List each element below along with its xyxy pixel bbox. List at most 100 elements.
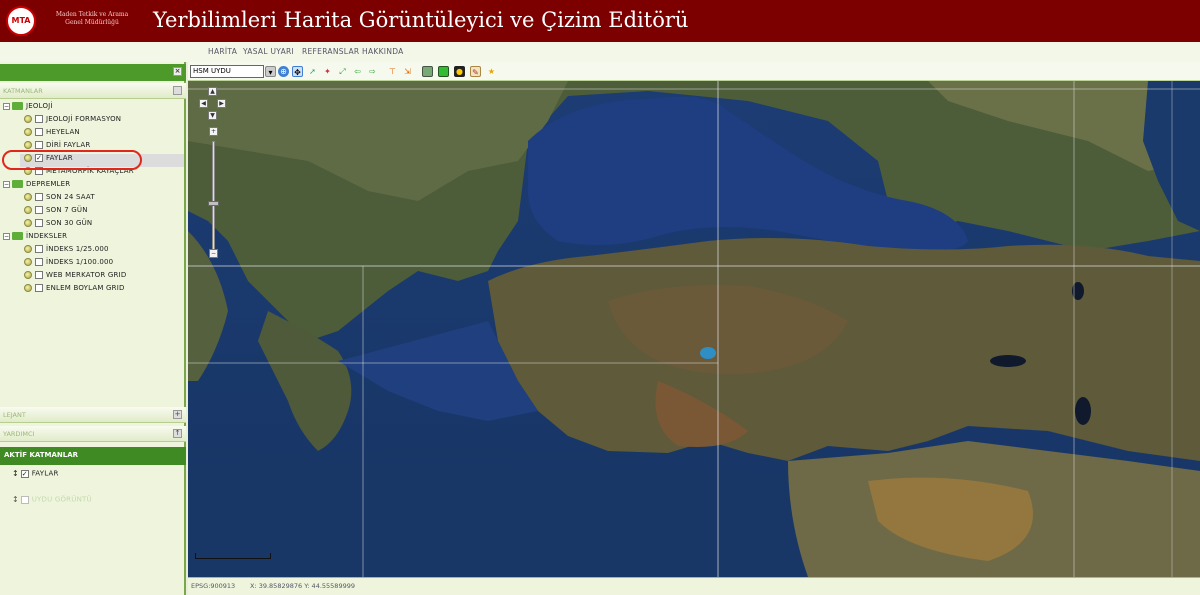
layer-checkbox[interactable]	[35, 284, 43, 292]
zoom-in-icon[interactable]: ⊕	[278, 66, 289, 77]
tree-group-depremler[interactable]: − DEPREMLER	[3, 180, 70, 193]
close-panel-button[interactable]: ×	[173, 67, 182, 76]
active-layers-header: AKTİF KATMANLAR	[0, 447, 186, 465]
coordinate-readout: X: 39.85829876 Y: 44.55589999	[250, 582, 355, 590]
layer-visibility-icon[interactable]	[24, 258, 32, 266]
legend-header[interactable]: LEJANT +	[0, 407, 186, 423]
layer-visibility-icon[interactable]	[24, 128, 32, 136]
folder-icon	[12, 232, 23, 240]
reorder-arrows-icon[interactable]: ↕	[12, 495, 19, 504]
select-icon[interactable]: ➚	[307, 66, 318, 77]
print-icon[interactable]	[422, 66, 433, 77]
folder-icon	[12, 180, 23, 188]
export-icon[interactable]	[438, 66, 449, 77]
tree-layer-son-24-saat[interactable]: SON 24 SAAT	[24, 193, 95, 206]
info-icon[interactable]: ●	[454, 66, 465, 77]
app-header: MTA Maden Tetkik ve Arama Genel Müdürlüğ…	[0, 0, 1200, 42]
layer-checkbox[interactable]	[35, 115, 43, 123]
active-layer-checkbox[interactable]	[20, 495, 29, 504]
zoom-slider[interactable]	[212, 141, 215, 251]
layer-visibility-icon[interactable]	[24, 115, 32, 123]
tree-layer-label: İNDEKS 1/25.000	[46, 245, 109, 253]
pan-up-icon[interactable]: ▲	[208, 87, 217, 96]
annotation-highlight-ring	[2, 150, 142, 170]
layer-visibility-icon[interactable]	[24, 219, 32, 227]
layer-visibility-icon[interactable]	[24, 193, 32, 201]
tree-layer-son-30-gun[interactable]: SON 30 GÜN	[24, 219, 92, 232]
layer-checkbox[interactable]	[35, 245, 43, 253]
pan-right-icon[interactable]: ▶	[217, 99, 226, 108]
basemap-select[interactable]: HSM UYDU	[190, 65, 264, 78]
layer-checkbox[interactable]	[35, 271, 43, 279]
layer-checkbox[interactable]	[35, 258, 43, 266]
tree-layer-label: SON 7 GÜN	[46, 206, 88, 214]
layer-checkbox[interactable]	[35, 219, 43, 227]
tree-layer-label: DİRİ FAYLAR	[46, 141, 91, 149]
zoom-plus-icon[interactable]: +	[209, 127, 218, 136]
active-layer-placeholder[interactable]: ↕ UYDU GÖRÜNTÜ	[12, 495, 92, 508]
expand-tools-button[interactable]: ↑	[173, 429, 182, 438]
tree-layer-label: ENLEM BOYLAM GRID	[46, 284, 125, 292]
layer-visibility-icon[interactable]	[24, 141, 32, 149]
map-navigation-control: ▲ ◀ ▶ ▼ + −	[196, 87, 226, 262]
app-title: Yerbilimleri Harita Görüntüleyici ve Çiz…	[153, 8, 689, 32]
zoom-slider-thumb[interactable]	[208, 201, 219, 206]
tree-group-label: İNDEKSLER	[26, 232, 68, 240]
layer-checkbox[interactable]	[35, 206, 43, 214]
expand-legend-button[interactable]: +	[173, 410, 182, 419]
pan-down-icon[interactable]: ▼	[208, 111, 217, 120]
org-name-line1: Maden Tetkik ve Arama	[55, 11, 129, 18]
edit-icon[interactable]: ✎	[470, 66, 481, 77]
tree-group-indeksler[interactable]: − İNDEKSLER	[3, 232, 67, 245]
scale-bar	[195, 553, 271, 559]
forward-icon[interactable]: ⇨	[367, 66, 378, 77]
star-icon[interactable]: ★	[486, 66, 497, 77]
tree-layer-jeoloji-formasyon[interactable]: JEOLOJİ FORMASYON	[24, 115, 121, 128]
active-layer-checkbox[interactable]: ✓	[20, 469, 29, 478]
layer-visibility-icon[interactable]	[24, 206, 32, 214]
tree-layer-indeks-25000[interactable]: İNDEKS 1/25.000	[24, 245, 109, 258]
menu-item-yasal-uyari[interactable]: YASAL UYARI	[243, 47, 294, 56]
measure-icon[interactable]: ⊤	[387, 66, 398, 77]
layer-visibility-icon[interactable]	[24, 271, 32, 279]
tree-group-jeoloji[interactable]: − JEOLOJİ	[3, 102, 53, 115]
layer-checkbox[interactable]	[35, 128, 43, 136]
collapse-layers-button[interactable]	[173, 86, 182, 95]
tree-layer-label: HEYELAN	[46, 128, 80, 136]
tree-layer-son-7-gun[interactable]: SON 7 GÜN	[24, 206, 88, 219]
menu-item-hakkinda[interactable]: HAKKINDA	[362, 47, 404, 56]
layer-visibility-icon[interactable]	[24, 284, 32, 292]
tree-layer-enlem-boylam-grid[interactable]: ENLEM BOYLAM GRID	[24, 284, 125, 297]
tree-group-label: JEOLOJİ	[26, 102, 53, 110]
active-layer-faylar[interactable]: ↕ ✓ FAYLAR	[12, 469, 59, 482]
collapse-icon[interactable]: −	[3, 180, 10, 188]
collapse-icon[interactable]: −	[3, 232, 10, 240]
identify-icon[interactable]: ✦	[322, 66, 333, 77]
folder-icon	[12, 102, 23, 110]
zoom-minus-icon[interactable]: −	[209, 249, 218, 258]
satellite-basemap	[188, 81, 1200, 577]
layer-checkbox[interactable]	[35, 193, 43, 201]
menu-item-harita[interactable]: HARİTA	[208, 47, 237, 56]
back-icon[interactable]: ⇦	[352, 66, 363, 77]
layers-header[interactable]: KATMANLAR	[0, 83, 186, 99]
left-panel: × KATMANLAR − JEOLOJİ JEOLOJİ FORMASYON H…	[0, 62, 186, 595]
tools-header[interactable]: YARDIMCI ↑	[0, 426, 186, 442]
layer-checkbox[interactable]	[35, 141, 43, 149]
tree-layer-label: JEOLOJİ FORMASYON	[46, 115, 122, 123]
collapse-icon[interactable]: −	[3, 102, 10, 110]
map-viewport[interactable]: ▲ ◀ ▶ ▼ + −	[188, 81, 1200, 577]
menu-item-referanslar[interactable]: REFERANSLAR	[302, 47, 359, 56]
zoom-extent-icon[interactable]: ⤢	[337, 66, 348, 77]
tree-layer-label: WEB MERKATOR GRID	[46, 271, 127, 279]
draw-icon[interactable]: ⇲	[402, 66, 413, 77]
tree-layer-heyelan[interactable]: HEYELAN	[24, 128, 80, 141]
layer-visibility-icon[interactable]	[24, 245, 32, 253]
tree-layer-indeks-100000[interactable]: İNDEKS 1/100.000	[24, 258, 113, 271]
pan-icon[interactable]: ✥	[292, 66, 303, 77]
menu-bar: HARİTA YASAL UYARI REFERANSLAR HAKKINDA	[0, 42, 1200, 62]
pan-left-icon[interactable]: ◀	[199, 99, 208, 108]
reorder-arrows-icon[interactable]: ↕	[12, 469, 19, 478]
dropdown-arrow-icon[interactable]: ▾	[265, 66, 276, 77]
tree-layer-web-merkator-grid[interactable]: WEB MERKATOR GRID	[24, 271, 126, 284]
